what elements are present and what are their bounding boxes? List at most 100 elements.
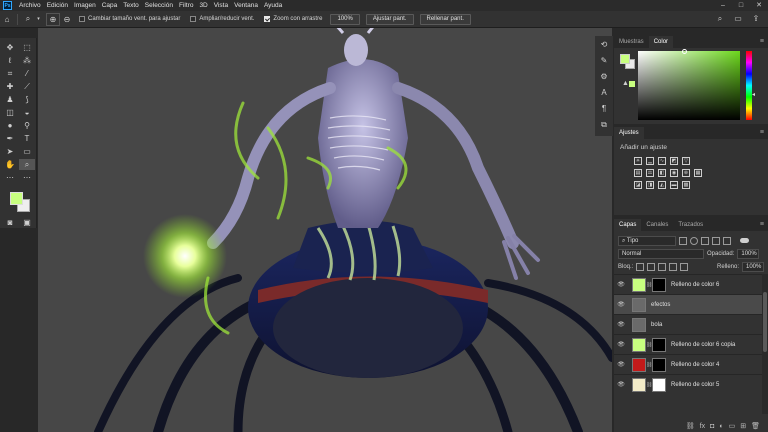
layers-scrollbar[interactable] <box>762 274 768 414</box>
menu-texto[interactable]: Texto <box>120 2 142 9</box>
layer-row[interactable]: 👁 ⛓ Relleno de color 6 <box>614 274 762 294</box>
blur-tool-icon[interactable]: ● <box>2 120 18 131</box>
new-group-icon[interactable]: ▭ <box>729 422 736 430</box>
menu-filtro[interactable]: Filtro <box>176 2 196 9</box>
blend-mode-select[interactable]: Normal <box>618 248 704 259</box>
brush-settings-icon[interactable]: ✎ <box>598 54 611 67</box>
layer-mask-thumbnail[interactable] <box>652 357 666 372</box>
black-white-icon[interactable]: ◧ <box>658 169 666 177</box>
zoom-tool-sidebar-icon[interactable]: ⌕ <box>19 159 35 170</box>
color-lookup-icon[interactable]: ▦ <box>694 169 702 177</box>
new-adjustment-icon[interactable]: ◐ <box>719 423 723 430</box>
screen-mode-icon[interactable]: ▣ <box>19 217 35 228</box>
libraries-icon[interactable]: ⧉ <box>598 118 611 131</box>
filter-pixel-icon[interactable] <box>679 236 687 245</box>
maximize-button[interactable]: □ <box>732 0 750 11</box>
pen-tool-icon[interactable]: ✒ <box>2 133 18 144</box>
shape-tool-icon[interactable]: ▭ <box>19 146 35 157</box>
tab-swatches[interactable]: Muestras <box>614 36 649 48</box>
healing-brush-icon[interactable]: ✚ <box>2 81 18 92</box>
fill-field[interactable]: 100% <box>742 261 764 272</box>
lock-all-icon[interactable] <box>680 262 689 271</box>
layer-kind-filter[interactable]: ⌕ Tipo <box>618 235 676 246</box>
tab-adjustments[interactable]: Ajustes <box>614 127 644 139</box>
link-layers-icon[interactable]: ⛓ <box>686 422 695 430</box>
crop-tool-icon[interactable]: ⌗ <box>2 68 18 79</box>
vibrance-icon[interactable]: ▽ <box>682 157 690 165</box>
lock-artboard-icon[interactable] <box>669 262 678 271</box>
fit-screen-button[interactable]: Ajustar pant. <box>365 13 414 25</box>
paint-bucket-icon[interactable]: ◒ <box>19 107 35 118</box>
photo-filter-icon[interactable]: ◉ <box>670 169 678 177</box>
exposure-icon[interactable]: ◩ <box>670 157 678 165</box>
filter-toggle[interactable] <box>740 238 749 243</box>
zoom-tool-icon[interactable]: ⌕ <box>21 13 35 26</box>
scrubby-zoom-checkbox[interactable] <box>264 16 271 22</box>
visibility-eye-icon[interactable]: 👁 <box>614 321 628 328</box>
add-mask-icon[interactable]: ◘ <box>710 423 714 430</box>
new-layer-icon[interactable]: ⊞ <box>740 422 746 430</box>
visibility-eye-icon[interactable]: 👁 <box>614 281 628 288</box>
layer-row[interactable]: 👁 ⛓ Relleno de color 5 <box>614 374 762 394</box>
filter-type-icon[interactable] <box>701 236 709 245</box>
curves-icon[interactable]: ∿ <box>658 157 666 165</box>
fill-screen-button[interactable]: Rellenar pant. <box>419 13 471 25</box>
lasso-tool-icon[interactable]: ℓ <box>2 55 18 66</box>
levels-icon[interactable]: ▁ <box>646 157 654 165</box>
menu-ventana[interactable]: Ventana <box>231 2 261 9</box>
marquee-tool-icon[interactable]: ⬚ <box>19 42 35 53</box>
layer-mask-thumbnail[interactable] <box>652 377 666 392</box>
layer-mask-thumbnail[interactable] <box>652 277 666 292</box>
paragraph-panel-icon[interactable]: ¶ <box>598 102 611 115</box>
brightness-contrast-icon[interactable]: ☀ <box>634 157 642 165</box>
panel-menu-icon[interactable]: ≡ <box>760 127 768 139</box>
menu-seleccion[interactable]: Selección <box>142 2 176 9</box>
selective-color-icon[interactable]: ▩ <box>682 181 690 189</box>
delete-layer-icon[interactable]: 🗑 <box>751 422 760 430</box>
gradient-map-icon[interactable]: ▬ <box>670 181 678 189</box>
visibility-eye-icon[interactable]: 👁 <box>614 381 628 388</box>
menu-3d[interactable]: 3D <box>196 2 210 9</box>
visibility-eye-icon[interactable]: 👁 <box>614 341 628 348</box>
lock-image-icon[interactable] <box>647 262 656 271</box>
menu-ayuda[interactable]: Ayuda <box>261 2 285 9</box>
zoom-level-field[interactable]: 100% <box>330 13 360 25</box>
layer-mask-thumbnail[interactable] <box>652 337 666 352</box>
history-brush-icon[interactable]: ⟆ <box>19 94 35 105</box>
quick-mask-icon[interactable]: ◙ <box>2 217 18 228</box>
resize-windows-checkbox[interactable] <box>79 16 85 22</box>
color-balance-icon[interactable]: ⚖ <box>646 169 654 177</box>
gamut-color-chip[interactable] <box>629 81 635 87</box>
document-canvas[interactable] <box>38 28 612 432</box>
magic-wand-icon[interactable]: ⁂ <box>19 55 35 66</box>
layer-name[interactable]: efectos <box>651 302 670 308</box>
opacity-field[interactable]: 100% <box>737 248 760 259</box>
minimize-button[interactable]: – <box>714 0 732 11</box>
layer-row[interactable]: 👁 ⛓ Relleno de color 4 <box>614 354 762 374</box>
zoom-in-icon[interactable]: ⊕ <box>46 12 60 26</box>
layer-name[interactable]: Relleno de color 6 copia <box>671 342 735 348</box>
properties-icon[interactable]: ⚙ <box>598 70 611 83</box>
hue-slider-handle-icon[interactable]: ◂ <box>752 91 755 98</box>
visibility-eye-icon[interactable]: 👁 <box>614 361 628 368</box>
hand-tool-icon[interactable]: ✋ <box>2 159 18 170</box>
menu-imagen[interactable]: Imagen <box>71 2 99 9</box>
path-select-icon[interactable]: ➤ <box>2 146 18 157</box>
layer-name[interactable]: Relleno de color 6 <box>671 282 719 288</box>
history-panel-icon[interactable]: ⟲ <box>598 38 611 51</box>
invert-icon[interactable]: ◪ <box>634 181 642 189</box>
tab-color[interactable]: Color <box>648 36 674 48</box>
dodge-tool-icon[interactable]: ⚲ <box>19 120 35 131</box>
filter-smart-object-icon[interactable] <box>723 236 731 245</box>
hue-saturation-icon[interactable]: ▤ <box>634 169 642 177</box>
layer-name[interactable]: Relleno de color 5 <box>671 382 719 388</box>
move-tool-icon[interactable]: ✥ <box>2 42 18 53</box>
zoom-out-icon[interactable]: ⊖ <box>60 13 74 26</box>
color-swatches[interactable] <box>4 189 32 215</box>
lock-transparency-icon[interactable] <box>636 262 645 271</box>
lock-position-icon[interactable] <box>658 262 667 271</box>
visibility-eye-icon[interactable]: 👁 <box>614 301 628 308</box>
color-field[interactable] <box>638 49 740 120</box>
color-picker-cursor[interactable] <box>682 49 687 54</box>
filter-adjustment-icon[interactable] <box>690 236 698 245</box>
